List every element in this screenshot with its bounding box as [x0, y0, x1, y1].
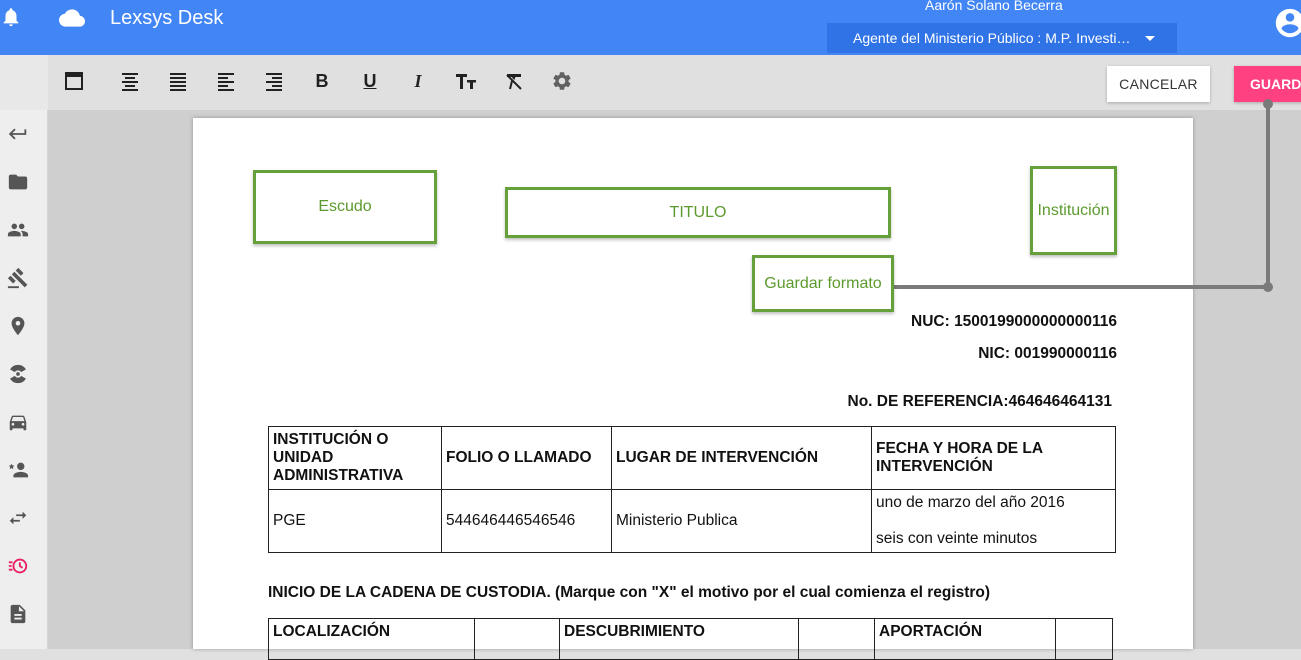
account-circle-icon[interactable]	[1273, 6, 1301, 40]
people-icon[interactable]	[7, 219, 29, 241]
bold-icon[interactable]: B	[309, 68, 335, 94]
bell-icon[interactable]	[0, 6, 22, 28]
intervencion-table: INSTITUCIÓN O UNIDAD ADMINISTRATIVA FOLI…	[268, 426, 1116, 553]
sidebar-header	[0, 55, 48, 110]
border-icon[interactable]	[61, 68, 87, 94]
titulo-label: TITULO	[669, 203, 727, 221]
align-justify-icon[interactable]	[165, 68, 191, 94]
cloud-icon	[59, 8, 85, 28]
checkbox-cell[interactable]	[1055, 618, 1113, 660]
table-cell: PGE	[268, 489, 442, 553]
cancel-button[interactable]: CANCELAR	[1107, 66, 1210, 102]
section-title: INICIO DE LA CADENA DE CUSTODIA. (Marque…	[268, 584, 991, 601]
fecha-text: uno de marzo del año 2016	[876, 494, 1065, 511]
align-right-icon[interactable]	[261, 68, 287, 94]
table-header-cell: INSTITUCIÓN O UNIDAD ADMINISTRATIVA	[268, 426, 442, 490]
escudo-placeholder[interactable]: Escudo	[253, 170, 437, 244]
back-arrow-icon[interactable]	[7, 123, 29, 145]
app-title: Lexsys Desk	[110, 7, 224, 29]
table-cell: Ministerio Publica	[611, 489, 872, 553]
nuc-text: NUC: 1500199000000000116	[911, 313, 1117, 330]
table-header-cell: LOCALIZACIÓN	[268, 618, 475, 660]
table-cell-datetime: uno de marzo del año 2016 seis con veint…	[871, 489, 1116, 553]
app-header: Lexsys Desk Aarón Solano Becerra Agente …	[0, 0, 1301, 55]
custodia-table: LOCALIZACIÓN DESCUBRIMIENTO APORTACIÓN	[268, 618, 1113, 660]
escudo-label: Escudo	[318, 198, 372, 215]
guardar-formato-callout: Guardar formato	[752, 255, 894, 312]
role-selector[interactable]: Agente del Ministerio Público : M.P. Inv…	[827, 23, 1177, 53]
align-left-icon[interactable]	[213, 68, 239, 94]
table-header-cell: DESCUBRIMIENTO	[559, 618, 799, 660]
caret-down-icon	[1145, 36, 1155, 41]
italic-icon[interactable]: I	[405, 68, 431, 94]
table-row: PGE 544646446546546 Ministerio Publica u…	[268, 489, 1116, 553]
table-header-row: LOCALIZACIÓN DESCUBRIMIENTO APORTACIÓN	[268, 618, 1113, 660]
table-header-cell: APORTACIÓN	[874, 618, 1056, 660]
checkbox-cell[interactable]	[798, 618, 875, 660]
settings-gear-icon[interactable]	[549, 68, 575, 94]
folder-icon[interactable]	[7, 171, 29, 193]
nic-text: NIC: 001990000116	[978, 345, 1117, 362]
underline-icon[interactable]: U	[357, 68, 383, 94]
table-header-cell: LUGAR DE INTERVENCIÓN	[611, 426, 872, 490]
location-pin-icon[interactable]	[7, 315, 29, 337]
document-icon[interactable]	[7, 603, 29, 625]
table-header-cell: FECHA Y HORA DE LA INTERVENCIÓN	[871, 426, 1116, 490]
swap-arrows-icon[interactable]	[7, 507, 29, 529]
history-icon[interactable]	[7, 555, 29, 577]
text-size-icon[interactable]	[453, 68, 479, 94]
checkbox-cell[interactable]	[474, 618, 560, 660]
guardar-formato-label: Guardar formato	[764, 274, 882, 292]
role-selector-label: Agente del Ministerio Público : M.P. Inv…	[853, 30, 1131, 46]
align-center-icon[interactable]	[117, 68, 143, 94]
save-button[interactable]: GUARDAR	[1234, 66, 1301, 102]
car-icon[interactable]	[7, 411, 29, 433]
table-header-row: INSTITUCIÓN O UNIDAD ADMINISTRATIVA FOLI…	[268, 426, 1116, 490]
user-name: Aarón Solano Becerra	[925, 0, 1063, 13]
referencia-text: No. DE REFERENCIA:464646464131	[847, 393, 1112, 410]
clear-format-icon[interactable]	[501, 68, 527, 94]
radiation-icon[interactable]	[7, 363, 29, 385]
institucion-label: Institución	[1037, 201, 1110, 219]
table-cell: 544646446546546	[441, 489, 612, 553]
gavel-icon[interactable]	[7, 267, 29, 289]
person-star-icon[interactable]	[7, 459, 29, 481]
institucion-placeholder[interactable]: Institución	[1030, 166, 1117, 255]
titulo-placeholder[interactable]: TITULO	[505, 187, 891, 238]
hora-text: seis con veinte minutos	[876, 530, 1038, 547]
table-header-cell: FOLIO O LLAMADO	[441, 426, 612, 490]
